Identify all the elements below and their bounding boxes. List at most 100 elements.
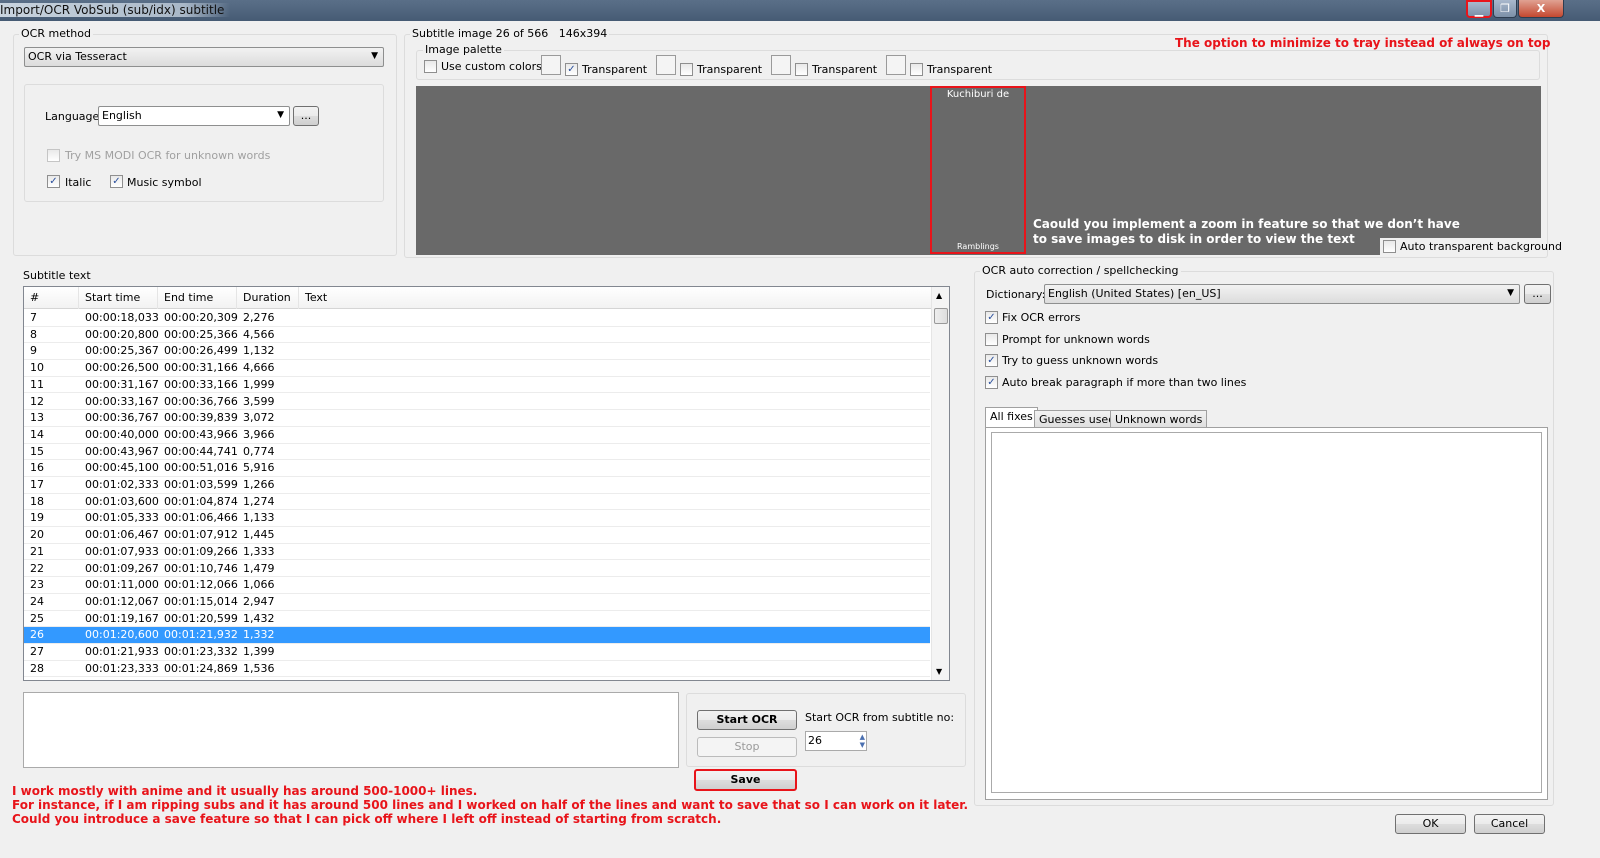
table-row[interactable]: 25 00:01:19,167 00:01:20,599 1,432 [24, 611, 930, 628]
close-icon: X [1536, 2, 1546, 15]
table-cell: 00:00:39,839 [164, 411, 238, 425]
table-row[interactable]: 24 00:01:12,067 00:01:15,014 2,947 [24, 594, 930, 611]
table-cell: 1,266 [243, 478, 275, 491]
col-duration[interactable]: Duration [237, 287, 299, 309]
table-cell: 1,445 [243, 528, 275, 542]
transparent-checkbox[interactable] [910, 63, 923, 76]
italic-label: Italic [65, 176, 92, 189]
table-cell: 00:01:07,933 [85, 544, 159, 558]
dictionary-select[interactable]: English (United States) [en_US] ▼ [1044, 284, 1520, 304]
table-row[interactable]: 26 00:01:20,600 00:01:21,932 1,332 [24, 627, 930, 644]
table-row[interactable]: 17 00:01:02,333 00:01:03,599 1,266 [24, 477, 930, 494]
palette-color-swatch[interactable] [541, 55, 561, 75]
dictionary-browse-button[interactable]: ... [1524, 284, 1551, 304]
close-button[interactable]: X [1518, 0, 1564, 18]
transparent-checkbox[interactable]: ✓ [565, 63, 578, 76]
chevron-down-icon: ▼ [277, 110, 284, 120]
ok-button[interactable]: OK [1395, 814, 1466, 834]
auto-transparent-checkbox[interactable] [1383, 240, 1396, 253]
tab-all-fixes[interactable]: All fixes [985, 407, 1038, 428]
table-cell: 00:01:24,869 [164, 661, 238, 675]
table-cell: 18 [30, 494, 44, 508]
col-end-time[interactable]: End time [158, 287, 237, 309]
music-symbol-label: Music symbol [127, 176, 202, 189]
autocorrect-option-checkbox[interactable]: ✓ [985, 311, 998, 324]
table-row[interactable]: 7 00:00:18,033 00:00:20,309 2,276 [24, 310, 930, 327]
subtitle-table[interactable]: # Start time End time Duration Text 7 00:… [23, 286, 950, 681]
table-row[interactable]: 21 00:01:07,933 00:01:09,266 1,333 [24, 544, 930, 561]
table-row[interactable]: 11 00:00:31,167 00:00:33,166 1,999 [24, 377, 930, 394]
stepper-arrows-icon[interactable]: ▲ ▼ [860, 733, 865, 749]
table-cell: 4,566 [243, 327, 275, 341]
table-row[interactable]: 20 00:01:06,467 00:01:07,912 1,445 [24, 527, 930, 544]
table-cell: 2,947 [243, 594, 275, 608]
scroll-up-icon[interactable]: ▲ [936, 291, 942, 300]
autocorrect-option-checkbox[interactable] [985, 332, 998, 346]
transparent-label: Transparent [582, 63, 648, 76]
table-row[interactable]: 18 00:01:03,600 00:01:04,874 1,274 [24, 494, 930, 511]
col-start-time[interactable]: Start time [79, 287, 158, 309]
minimize-button[interactable]: ▁ [1466, 0, 1492, 18]
table-header: # Start time End time Duration Text [24, 287, 932, 309]
use-custom-colors-checkbox[interactable] [424, 60, 437, 73]
try-modi-checkbox[interactable] [47, 149, 60, 162]
all-fixes-list[interactable] [991, 432, 1542, 793]
music-symbol-checkbox[interactable]: ✓ [110, 175, 123, 188]
table-row[interactable]: 14 00:00:40,000 00:00:43,966 3,966 [24, 427, 930, 444]
table-row[interactable]: 9 00:00:25,367 00:00:26,499 1,132 [24, 343, 930, 361]
autocorrect-option-checkbox[interactable]: ✓ [985, 354, 998, 368]
stop-button[interactable]: Stop [697, 737, 797, 757]
table-row[interactable]: 27 00:01:21,933 00:01:23,332 1,399 [24, 644, 930, 661]
table-cell: 8 [30, 327, 37, 341]
table-row[interactable]: 16 00:00:45,100 00:00:51,016 5,916 [24, 460, 930, 477]
table-row[interactable]: 13 00:00:36,767 00:00:39,839 3,072 [24, 410, 930, 427]
transparent-checkbox[interactable] [680, 63, 693, 76]
cancel-button[interactable]: Cancel [1474, 814, 1545, 834]
table-cell: 00:00:20,800 [85, 327, 159, 341]
table-row[interactable]: 10 00:00:26,500 00:00:31,166 4,666 [24, 360, 930, 377]
scroll-down-icon[interactable]: ▼ [936, 667, 942, 676]
table-cell: 00:00:31,166 [164, 361, 238, 375]
ocr-method-select[interactable]: OCR via Tesseract ▼ [24, 47, 384, 67]
table-cell: 24 [30, 594, 44, 608]
language-select[interactable]: English ▼ [98, 106, 290, 126]
table-row[interactable]: 12 00:00:33,167 00:00:36,766 3,599 [24, 394, 930, 411]
autocorrect-option-label: Auto break paragraph if more than two li… [1002, 376, 1247, 390]
tab-unknown-words[interactable]: Unknown words [1110, 410, 1208, 428]
autocorrect-option-checkbox[interactable]: ✓ [985, 376, 998, 390]
table-cell: 00:01:09,266 [164, 544, 238, 558]
table-cell: 3,599 [243, 394, 275, 408]
table-cell: 00:01:15,014 [164, 594, 238, 608]
table-row[interactable]: 28 00:01:23,333 00:01:24,869 1,536 [24, 661, 930, 678]
table-cell: 1,066 [243, 578, 275, 592]
table-row[interactable]: 19 00:01:05,333 00:01:06,466 1,133 [24, 510, 930, 528]
table-cell: 00:01:10,746 [164, 561, 238, 575]
subtitle-text-editor[interactable] [23, 692, 679, 768]
palette-color-swatch[interactable] [771, 55, 791, 75]
col-text[interactable]: Text [299, 287, 932, 309]
table-scrollbar[interactable]: ▲ ▼ [931, 287, 949, 680]
language-browse-button[interactable]: ... [293, 106, 319, 126]
start-ocr-button[interactable]: Start OCR [697, 710, 797, 730]
table-row[interactable]: 23 00:01:11,000 00:01:12,066 1,066 [24, 577, 930, 594]
image-palette-label: Image palette [423, 43, 504, 56]
auto-transparent-label: Auto transparent background [1400, 240, 1562, 253]
table-cell: 1,999 [243, 377, 275, 391]
start-from-stepper[interactable]: 26 ▲ ▼ [805, 731, 867, 751]
table-row[interactable]: 22 00:01:09,267 00:01:10,746 1,479 [24, 561, 930, 578]
table-row[interactable]: 15 00:00:43,967 00:00:44,741 0,774 [24, 444, 930, 461]
italic-checkbox[interactable]: ✓ [47, 175, 60, 188]
table-cell: 1,274 [243, 494, 275, 508]
restore-button[interactable]: ❐ [1493, 0, 1517, 18]
table-cell: 14 [30, 427, 44, 441]
table-row[interactable]: 8 00:00:20,800 00:00:25,366 4,566 [24, 327, 930, 344]
scroll-thumb[interactable] [934, 308, 948, 324]
transparent-label: Transparent [697, 63, 763, 76]
palette-color-swatch[interactable] [656, 55, 676, 75]
table-cell: 00:01:20,600 [85, 628, 159, 642]
table-cell: 00:00:33,166 [164, 377, 238, 391]
transparent-checkbox[interactable] [795, 63, 808, 76]
palette-color-swatch[interactable] [886, 55, 906, 75]
tab-guesses-used[interactable]: Guesses used [1034, 410, 1121, 428]
col-number[interactable]: # [24, 287, 79, 309]
